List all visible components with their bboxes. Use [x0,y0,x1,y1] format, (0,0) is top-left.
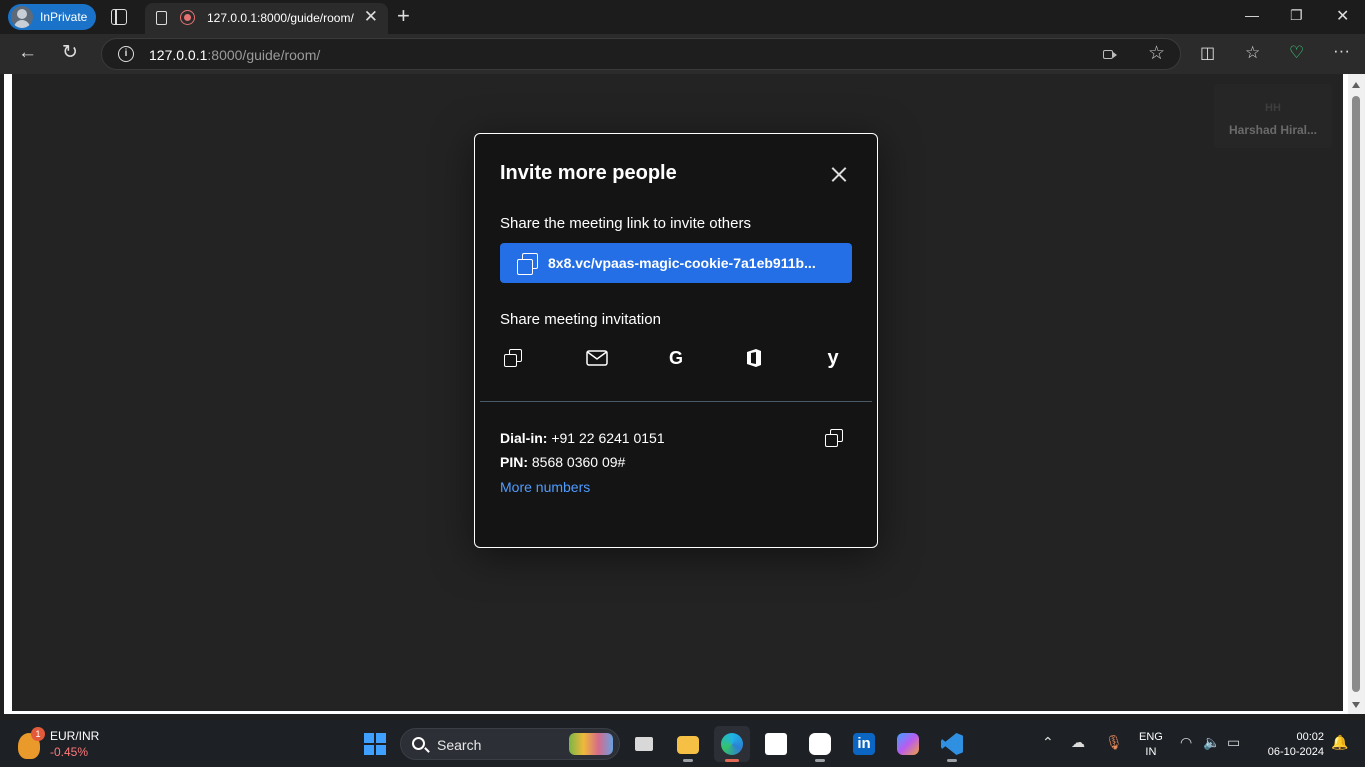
participant-name: Harshad Hiral... [1228,123,1318,137]
email-icon[interactable] [584,345,610,371]
microphone-icon[interactable]: 🎙 [1105,734,1123,751]
new-tab-icon[interactable]: + [397,3,410,29]
copy-meeting-link-button[interactable]: 8x8.vc/vpaas-magic-cookie-7a1eb911b... [500,243,852,283]
pin-label: PIN: [500,454,528,470]
browser-essentials-icon[interactable]: ♡ [1289,43,1304,63]
scroll-thumb[interactable] [1352,96,1360,692]
inprivate-badge[interactable]: InPrivate [8,4,96,30]
pin-value: 8568 0360 09# [531,454,626,470]
onedrive-icon[interactable]: ☁ [1071,734,1085,751]
page-scrollbar[interactable] [1348,74,1365,714]
section-divider [480,401,872,402]
chatgpt-icon[interactable] [802,726,838,762]
scroll-down-icon[interactable] [1352,702,1360,708]
show-hidden-icons[interactable]: ⌃ [1042,734,1054,751]
split-screen-icon[interactable]: ◫ [1200,44,1215,64]
volume-icon[interactable]: 🔈 [1203,734,1220,751]
search-highlight-icon [569,733,613,755]
copilot-icon[interactable] [890,726,926,762]
back-icon[interactable]: ← [18,43,37,63]
more-numbers-link[interactable]: More numbers [500,479,590,495]
invite-dialog: Invite more people Share the meeting lin… [474,133,878,548]
address-url[interactable]: 127.0.0.1:8000/guide/room/ [149,47,320,63]
address-bar[interactable]: i 127.0.0.1:8000/guide/room/ ☆ [101,38,1181,70]
restore-icon[interactable]: ❐ [1290,7,1303,24]
vscode-icon[interactable] [934,726,970,762]
copy-dialin-icon[interactable] [821,425,847,451]
system-clock[interactable]: 00:02 06-10-2024 [1256,730,1324,760]
close-window-icon[interactable]: ✕ [1336,6,1349,26]
yahoo-icon[interactable]: y [820,345,846,371]
meeting-link-text: 8x8.vc/vpaas-magic-cookie-7a1eb911b... [548,255,816,271]
search-icon [412,737,425,750]
site-info-icon[interactable]: i [118,46,134,62]
favorite-star-icon[interactable]: ☆ [1148,42,1165,65]
invitation-section-label: Share meeting invitation [500,311,661,328]
tab-title: 127.0.0.1:8000/guide/room/ [207,11,354,25]
widget-pair: EUR/INR [50,729,100,743]
office-icon[interactable] [741,345,767,371]
edge-icon[interactable] [714,726,750,762]
share-options: G y [500,345,852,371]
windows-start-icon[interactable] [364,733,386,755]
profile-avatar [11,6,33,28]
copy-icon [517,253,538,275]
copy-invitation-icon[interactable] [500,345,526,371]
dialin-number: +91 22 6241 0151 [551,430,665,446]
camera-icon[interactable] [1103,50,1117,59]
participant-initials: HH [1265,102,1281,114]
clock-time: 00:02 [1296,731,1324,743]
dialog-title: Invite more people [500,162,677,184]
widget-change: -0.45% [50,745,89,759]
inprivate-label: InPrivate [40,10,88,24]
close-tab-icon[interactable]: ✕ [364,7,378,27]
pin-line: PIN: 8568 0360 09# [500,454,625,470]
browser-tab[interactable]: 127.0.0.1:8000/guide/room/ ✕ [145,3,388,34]
dialin-label: Dial-in: [500,430,548,446]
linkedin-icon[interactable]: in [846,726,882,762]
file-explorer-icon[interactable] [670,726,706,762]
widget-badge: 1 [31,727,45,741]
search-label: Search [437,737,482,753]
scroll-up-icon[interactable] [1352,82,1360,88]
url-path: :8000/guide/room/ [207,47,321,63]
title-bar: InPrivate 127.0.0.1:8000/guide/room/ ✕ +… [0,0,1365,34]
close-icon[interactable] [828,164,850,186]
notification-bell-icon[interactable]: 🔔 [1331,734,1348,751]
participant-tile[interactable]: HH Harshad Hiral... [1214,84,1332,148]
lang-bottom: IN [1145,746,1157,758]
clock-date: 06-10-2024 [1267,746,1324,758]
recording-icon [180,10,195,25]
store-icon[interactable] [758,726,794,762]
minimize-icon[interactable]: — [1245,7,1259,23]
taskbar-search[interactable]: Search [400,728,620,760]
battery-icon[interactable]: ▭ [1227,734,1240,751]
favorites-icon[interactable]: ☆ [1245,43,1260,63]
lang-top: ENG [1139,731,1163,743]
tab-actions-icon[interactable] [111,9,127,25]
taskbar: 1 EUR/INR -0.45% Search in ⌃ ☁ 🎙 ENG IN ◠… [0,720,1365,767]
link-section-label: Share the meeting link to invite others [500,215,751,232]
navigation-bar: ← ↻ i 127.0.0.1:8000/guide/room/ ☆ ◫ ☆ ♡… [0,34,1365,74]
google-icon[interactable]: G [663,345,689,371]
url-host: 127.0.0.1 [149,47,208,63]
page-icon [156,11,167,25]
language-indicator[interactable]: ENG IN [1139,730,1163,760]
more-menu-icon[interactable]: ··· [1333,41,1350,61]
task-view-icon[interactable] [626,726,662,762]
refresh-icon[interactable]: ↻ [62,43,78,63]
dialin-line: Dial-in: +91 22 6241 0151 [500,430,665,446]
wifi-icon[interactable]: ◠ [1180,734,1192,751]
